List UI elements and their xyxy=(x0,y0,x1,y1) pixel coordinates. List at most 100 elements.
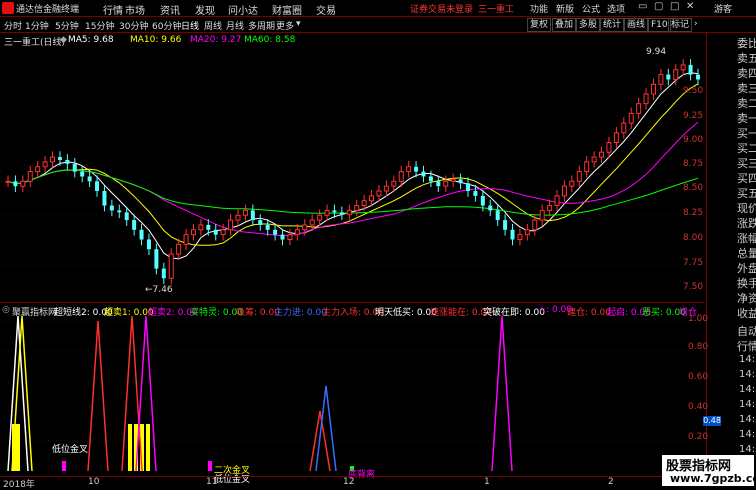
tab-period-weekly[interactable]: 周线 xyxy=(204,19,222,32)
close-icon[interactable]: ✕ xyxy=(686,1,694,12)
tab-period-5min[interactable]: 5分钟 xyxy=(55,19,79,32)
candle-body xyxy=(183,234,189,245)
chevron-down-icon[interactable]: ▾ xyxy=(296,19,301,29)
menu-item-quotes[interactable]: 行情 xyxy=(103,2,123,17)
guest-label[interactable]: 游客 xyxy=(714,2,732,15)
menu-item-ask[interactable]: 问小达 xyxy=(228,2,258,17)
statistics-button[interactable]: 统计 xyxy=(600,18,625,32)
settings-icon[interactable]: ◆ xyxy=(60,35,67,45)
tab-period-1min[interactable]: 1分钟 xyxy=(25,19,49,32)
minimize-icon[interactable]: ▭ xyxy=(638,1,647,12)
multistock-button[interactable]: 多股 xyxy=(576,18,601,32)
ma-info-line: 三一重工(日线) ◆ MA5: 9.68 MA10: 9.66 MA20: 9.… xyxy=(0,33,705,48)
candle-body xyxy=(554,195,560,207)
price-tick: 8.00 xyxy=(683,233,704,243)
candle-body xyxy=(206,224,211,230)
indicator-info-line: ◎ 聚赢指标网 超短线2: 0.00 超卖1: 0.00 超卖2: 0.00 买特灵:… xyxy=(0,303,705,318)
candle-body xyxy=(376,190,382,197)
candle-body xyxy=(235,214,241,221)
menu-item-market[interactable]: 市场 xyxy=(125,2,145,17)
candle-body xyxy=(302,224,308,231)
watermark-url: www.7gpzb.com xyxy=(670,472,756,485)
menu-item-options[interactable]: 选项 xyxy=(607,2,625,15)
menu-item-function[interactable]: 功能 xyxy=(530,2,548,15)
high-price-label: 9.94 xyxy=(646,47,667,57)
candle-body xyxy=(428,176,433,182)
candle-body xyxy=(561,185,567,197)
tab-period-intraday[interactable]: 分时 xyxy=(4,19,22,32)
restore-icon[interactable]: ▢ xyxy=(654,1,663,12)
candle-body xyxy=(539,209,545,221)
date-label: 10 xyxy=(88,477,100,487)
menu-item-formula[interactable]: 公式 xyxy=(582,2,600,15)
price-tick: 8.25 xyxy=(683,208,704,218)
price-tick: 9.50 xyxy=(683,86,704,96)
candle-body xyxy=(458,179,463,184)
candle-body xyxy=(606,142,612,153)
tab-period-60min[interactable]: 60分钟 xyxy=(152,19,181,32)
tab-period-more[interactable]: 更多 xyxy=(276,19,294,32)
candle-body xyxy=(591,156,597,163)
candle-body xyxy=(503,220,508,230)
candle-body xyxy=(132,220,137,230)
indicator-tick: 0.80 xyxy=(688,342,709,352)
label-ask5: 卖五 xyxy=(737,52,756,65)
ma20-line xyxy=(7,121,699,237)
tab-period-monthly[interactable]: 月线 xyxy=(226,19,244,32)
candle-body xyxy=(332,210,337,213)
candle-body xyxy=(466,183,470,191)
menu-item-wealth[interactable]: 财富圈 xyxy=(272,2,302,17)
draw-line-button[interactable]: 画线 xyxy=(624,18,649,32)
candle-body xyxy=(324,209,330,216)
date-label: 11 xyxy=(206,477,218,487)
adjust-button[interactable]: 复权 xyxy=(527,18,552,32)
indicator-tick: 1.00 xyxy=(688,314,709,324)
maximize-icon[interactable]: □ xyxy=(670,1,679,12)
ma60-value: MA60: 8.58 xyxy=(244,35,296,45)
candle-body xyxy=(95,181,100,191)
candle-body xyxy=(621,122,627,134)
tab-period-daily[interactable]: 日线 xyxy=(181,19,199,32)
candle-body xyxy=(480,195,485,206)
menu-item-news[interactable]: 资讯 xyxy=(160,2,180,17)
candle-body xyxy=(317,214,323,221)
login-warning[interactable]: 证券交易未登录 xyxy=(410,2,473,15)
candle-body xyxy=(680,64,686,71)
tab-auto[interactable]: 自动 xyxy=(737,323,756,339)
candle-body xyxy=(294,229,300,236)
candle-body xyxy=(161,268,166,279)
candle-body xyxy=(109,205,114,211)
candle-body xyxy=(27,171,33,182)
candle-body xyxy=(124,212,129,221)
candle-body xyxy=(658,74,664,85)
tab-period-15min[interactable]: 15分钟 xyxy=(85,19,114,32)
candle-body xyxy=(547,205,553,211)
menu-bar: 通达信金融终端 行情 市场 资讯 发现 问小达 财富圈 交易 证券交易未登录 三… xyxy=(0,0,756,17)
indicator-tick: 0.60 xyxy=(688,372,709,382)
chevron-right-icon[interactable]: › xyxy=(694,19,698,29)
mark-button[interactable]: 标记 xyxy=(668,18,693,32)
overlay-button[interactable]: 叠加 xyxy=(552,18,577,32)
indicator-chart[interactable] xyxy=(0,316,705,476)
watermark-logo: 股票指标网 www.7gpzb.com xyxy=(662,455,756,486)
candle-body xyxy=(213,229,218,235)
menu-item-discover[interactable]: 发现 xyxy=(195,2,215,17)
tab-period-multi[interactable]: 多周期 xyxy=(248,19,275,32)
price-chart[interactable] xyxy=(0,46,705,301)
candle-body xyxy=(584,161,590,173)
price-tick: 8.75 xyxy=(683,159,704,169)
signal-bar xyxy=(146,424,150,471)
indicator-value-badge: 0.48 xyxy=(703,416,721,426)
stock-name: 三一重工 xyxy=(478,5,515,15)
tab-period-30min[interactable]: 30分钟 xyxy=(119,19,148,32)
menu-item-trade[interactable]: 交易 xyxy=(316,2,336,17)
candle-body xyxy=(569,180,575,187)
signal-triangle xyxy=(491,316,513,472)
indicator-tick: 0.20 xyxy=(688,432,709,442)
price-tick: 7.50 xyxy=(683,282,704,292)
menu-item-newversion[interactable]: 新版 xyxy=(556,2,574,15)
annotation-low-cross-1: 低位金叉 xyxy=(52,445,89,455)
candle-body xyxy=(50,156,56,163)
date-label: 2018年 xyxy=(3,480,35,490)
signal-bar xyxy=(208,461,212,471)
